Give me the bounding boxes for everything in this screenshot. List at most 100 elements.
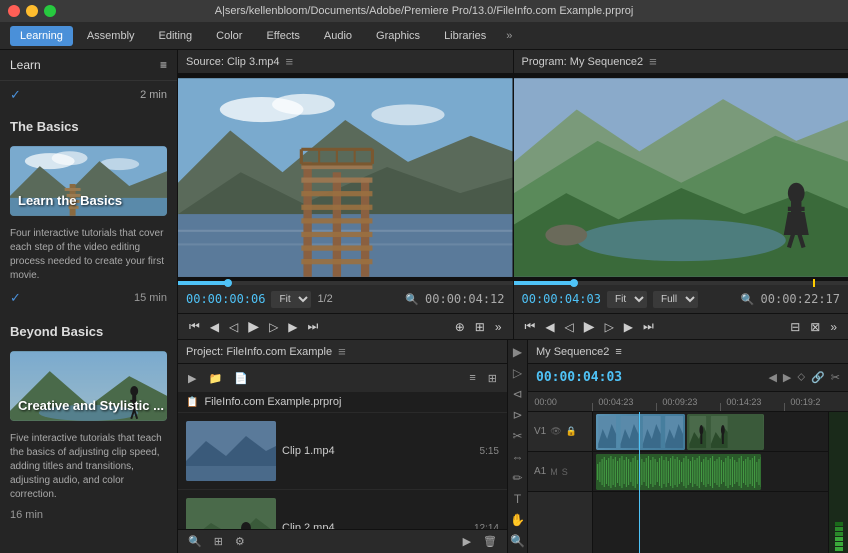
audio-clip-1[interactable] xyxy=(596,454,762,490)
v1-lock-icon[interactable]: 🔒 xyxy=(566,426,577,437)
program-menu-icon[interactable]: ≡ xyxy=(649,54,657,69)
tool-text[interactable]: T xyxy=(509,492,527,507)
program-extract-btn[interactable]: ⊠ xyxy=(807,318,823,336)
source-to-end-btn[interactable]: ⏭ xyxy=(305,317,322,336)
program-step-back-btn[interactable]: ◀ xyxy=(542,318,557,336)
tool-pen[interactable]: ✏ xyxy=(509,471,527,486)
video-clip-1[interactable] xyxy=(596,414,685,450)
ruler-tick-2 xyxy=(656,403,657,411)
timeline-tool3[interactable]: ⬦ xyxy=(797,371,805,384)
source-panel-header: Source: Clip 3.mp4 ≡ xyxy=(178,50,513,74)
tool-zoom[interactable]: 🔍 xyxy=(509,534,527,549)
source-step-back-btn[interactable]: ◀ xyxy=(207,318,222,336)
source-play-btn[interactable]: ▶ xyxy=(245,316,262,337)
basics-card[interactable]: Learn the Basics xyxy=(10,146,167,216)
tool-ripple-edit[interactable]: ⊲ xyxy=(509,386,527,401)
program-lift-btn[interactable]: ⊟ xyxy=(787,318,803,336)
source-overwrite-btn[interactable]: ⊞ xyxy=(472,318,488,336)
program-to-end-btn[interactable]: ⏭ xyxy=(640,317,657,336)
project-new-bin-btn[interactable]: 📁 xyxy=(204,370,226,387)
tool-selection[interactable]: ▶ xyxy=(509,344,527,359)
close-button[interactable] xyxy=(8,5,20,17)
creative-card[interactable]: Creative and Stylistic ... xyxy=(10,351,167,421)
project-settings-btn[interactable]: ⚙ xyxy=(231,533,249,550)
program-step-fwd-btn[interactable]: ▶ xyxy=(621,318,636,336)
source-to-start-btn[interactable]: ⏮ xyxy=(186,317,203,336)
project-file-row[interactable]: 📋 FileInfo.com Example.prproj xyxy=(178,392,507,413)
clip2-row[interactable]: Clip 2.mp4 12:14 xyxy=(178,490,507,529)
program-scrubber[interactable] xyxy=(514,281,848,285)
creative-card-desc: Five interactive tutorials that teach th… xyxy=(0,427,177,506)
source-scrubber[interactable] xyxy=(178,281,513,285)
clip2-thumbnail xyxy=(186,498,276,529)
a1-mute-icon[interactable]: M xyxy=(550,467,558,477)
tab-learning[interactable]: Learning xyxy=(10,26,73,46)
creative-card-footer: 16 min xyxy=(0,506,177,529)
sidebar-first-item[interactable]: ✓ 2 min xyxy=(0,81,177,109)
program-frame-back-btn[interactable]: ◁ xyxy=(562,318,577,336)
video-clip-2[interactable] xyxy=(687,414,764,450)
program-frame-fwd-btn[interactable]: ▷ xyxy=(602,318,617,336)
clip1-name: Clip 1.mp4 xyxy=(282,445,474,457)
a1-solo-icon[interactable]: S xyxy=(562,467,568,477)
sequence-header: My Sequence2 ≡ xyxy=(528,340,848,364)
timeline-linked-btn[interactable]: ✂ xyxy=(831,371,840,384)
project-icon-view-btn[interactable]: ⊞ xyxy=(484,370,501,387)
project-panel-title: Project: FileInfo.com Example xyxy=(186,346,332,358)
tab-assembly[interactable]: Assembly xyxy=(77,26,145,46)
ruler-label-3: 00:14:23 xyxy=(726,397,761,407)
project-list-view-btn[interactable]: ≡ xyxy=(465,370,479,386)
project-menu-icon[interactable]: ≡ xyxy=(338,344,346,359)
tool-slip[interactable]: ⇔ xyxy=(509,449,527,464)
project-content: 📋 FileInfo.com Example.prproj Clip xyxy=(178,392,507,529)
timeline-playhead[interactable] xyxy=(639,412,640,553)
ruler-label-4: 00:19:2 xyxy=(790,397,820,407)
basics-card-desc: Four interactive tutorials that cover ea… xyxy=(0,222,177,287)
source-menu-icon[interactable]: ≡ xyxy=(286,54,294,69)
tool-track-select[interactable]: ▷ xyxy=(509,365,527,380)
sidebar-menu-icon[interactable]: ≡ xyxy=(160,58,167,72)
tab-editing[interactable]: Editing xyxy=(149,26,203,46)
program-zoom-icon: 🔍 xyxy=(741,293,755,306)
program-play-btn[interactable]: ▶ xyxy=(581,316,598,337)
project-delete-btn[interactable]: 🗑 xyxy=(479,533,501,550)
tab-audio[interactable]: Audio xyxy=(314,26,362,46)
source-progress-thumb[interactable] xyxy=(224,279,232,287)
project-search-btn[interactable]: 🔍 xyxy=(184,533,206,550)
tool-razor[interactable]: ✂ xyxy=(509,428,527,443)
maximize-button[interactable] xyxy=(44,5,56,17)
program-to-start-btn[interactable]: ⏮ xyxy=(522,317,539,336)
timeline-snap-btn[interactable]: 🔗 xyxy=(811,371,825,384)
sequence-menu-icon[interactable]: ≡ xyxy=(615,346,621,358)
project-filter-btn[interactable]: ⊞ xyxy=(210,533,227,550)
ruler-tick-4 xyxy=(784,403,785,411)
project-selector-tool[interactable]: ▶ xyxy=(184,370,200,387)
source-frame-fwd-btn[interactable]: ▷ xyxy=(266,318,281,336)
basics-check-icon: ✓ xyxy=(10,290,21,306)
tool-rolling-edit[interactable]: ⊳ xyxy=(509,407,527,422)
program-progress-thumb[interactable] xyxy=(570,279,578,287)
source-insert-btn[interactable]: ⊕ xyxy=(452,318,468,336)
timeline-tool2[interactable]: ▶ xyxy=(783,371,791,384)
source-fit-select[interactable]: Fit xyxy=(271,291,311,308)
v1-eye-icon[interactable]: 👁 xyxy=(550,426,561,437)
more-tabs-button[interactable]: » xyxy=(500,26,518,46)
clip1-row[interactable]: Clip 1.mp4 5:15 xyxy=(178,413,507,490)
tab-libraries[interactable]: Libraries xyxy=(434,26,496,46)
source-step-fwd-btn[interactable]: ▶ xyxy=(285,318,300,336)
tab-graphics[interactable]: Graphics xyxy=(366,26,430,46)
source-more-btn[interactable]: » xyxy=(492,318,505,336)
tool-hand[interactable]: ✋ xyxy=(509,513,527,528)
window-controls[interactable] xyxy=(8,5,56,17)
source-frame-back-btn[interactable]: ◁ xyxy=(226,318,241,336)
project-new-seq-btn[interactable]: ▶ xyxy=(459,533,475,550)
project-new-item-btn[interactable]: 📄 xyxy=(230,370,252,387)
tab-color[interactable]: Color xyxy=(206,26,252,46)
program-resolution-select[interactable]: Full xyxy=(653,291,698,308)
video-track-v1 xyxy=(593,412,848,452)
minimize-button[interactable] xyxy=(26,5,38,17)
program-fit-select[interactable]: Fit xyxy=(607,291,647,308)
timeline-tool1[interactable]: ◀ xyxy=(768,371,776,384)
tab-effects[interactable]: Effects xyxy=(256,26,309,46)
program-more-btn[interactable]: » xyxy=(827,318,840,336)
